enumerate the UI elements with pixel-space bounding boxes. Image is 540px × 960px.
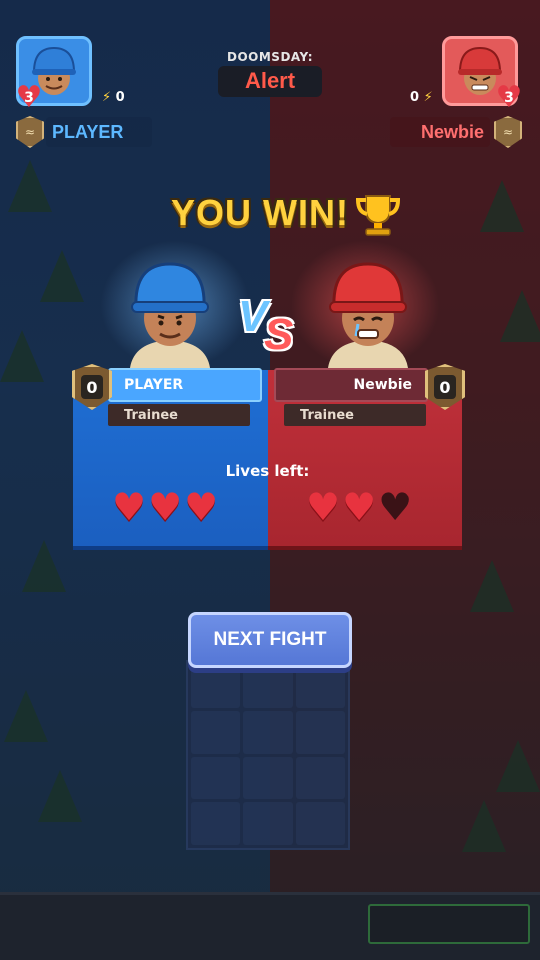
heart-full-icon: ♥ [184,485,219,529]
player-name-tag: PLAYER [46,117,152,147]
opponent-name-tag: Newbie [390,117,490,147]
opponent-lives-badge: ♥ 3 [495,80,523,115]
trophy-icon [355,195,401,236]
opponent-character [328,262,408,368]
watermark-logo [368,904,530,944]
opponent-rank-title: Trainee [284,404,426,426]
lives-left-label: Lives left: [225,462,310,480]
lightning-icon: ⚡ [102,90,112,105]
lightning-icon: ⚡ [423,90,433,105]
result-title: YOU WIN! [171,192,349,233]
opponent-name: Newbie [274,368,428,402]
player-lives-badge: ♥ 3 [15,80,43,115]
heart-full-icon: ♥ [342,485,377,529]
heart-empty-icon: ♥ [378,485,413,529]
player-energy: ⚡ 0 [102,90,125,105]
versus-badge: V S [238,292,294,359]
doomsday-indicator: DOOMSDAY: Alert [218,50,322,97]
heart-full-icon: ♥ [148,485,183,529]
heart-full-icon: ♥ [306,485,341,529]
next-fight-button[interactable]: NEXT FIGHT [188,612,352,668]
opponent-lives-hearts: ♥ ♥ ♥ [306,488,412,526]
doomsday-value: Alert [218,66,322,97]
player-character [130,262,210,368]
player-name: PLAYER [108,368,262,402]
opponent-energy: 0 ⚡ [410,90,433,105]
heart-full-icon: ♥ [112,485,147,529]
player-rank-title: Trainee [108,404,250,426]
doomsday-label: DOOMSDAY: [227,50,313,64]
player-lives-hearts: ♥ ♥ ♥ [112,488,218,526]
